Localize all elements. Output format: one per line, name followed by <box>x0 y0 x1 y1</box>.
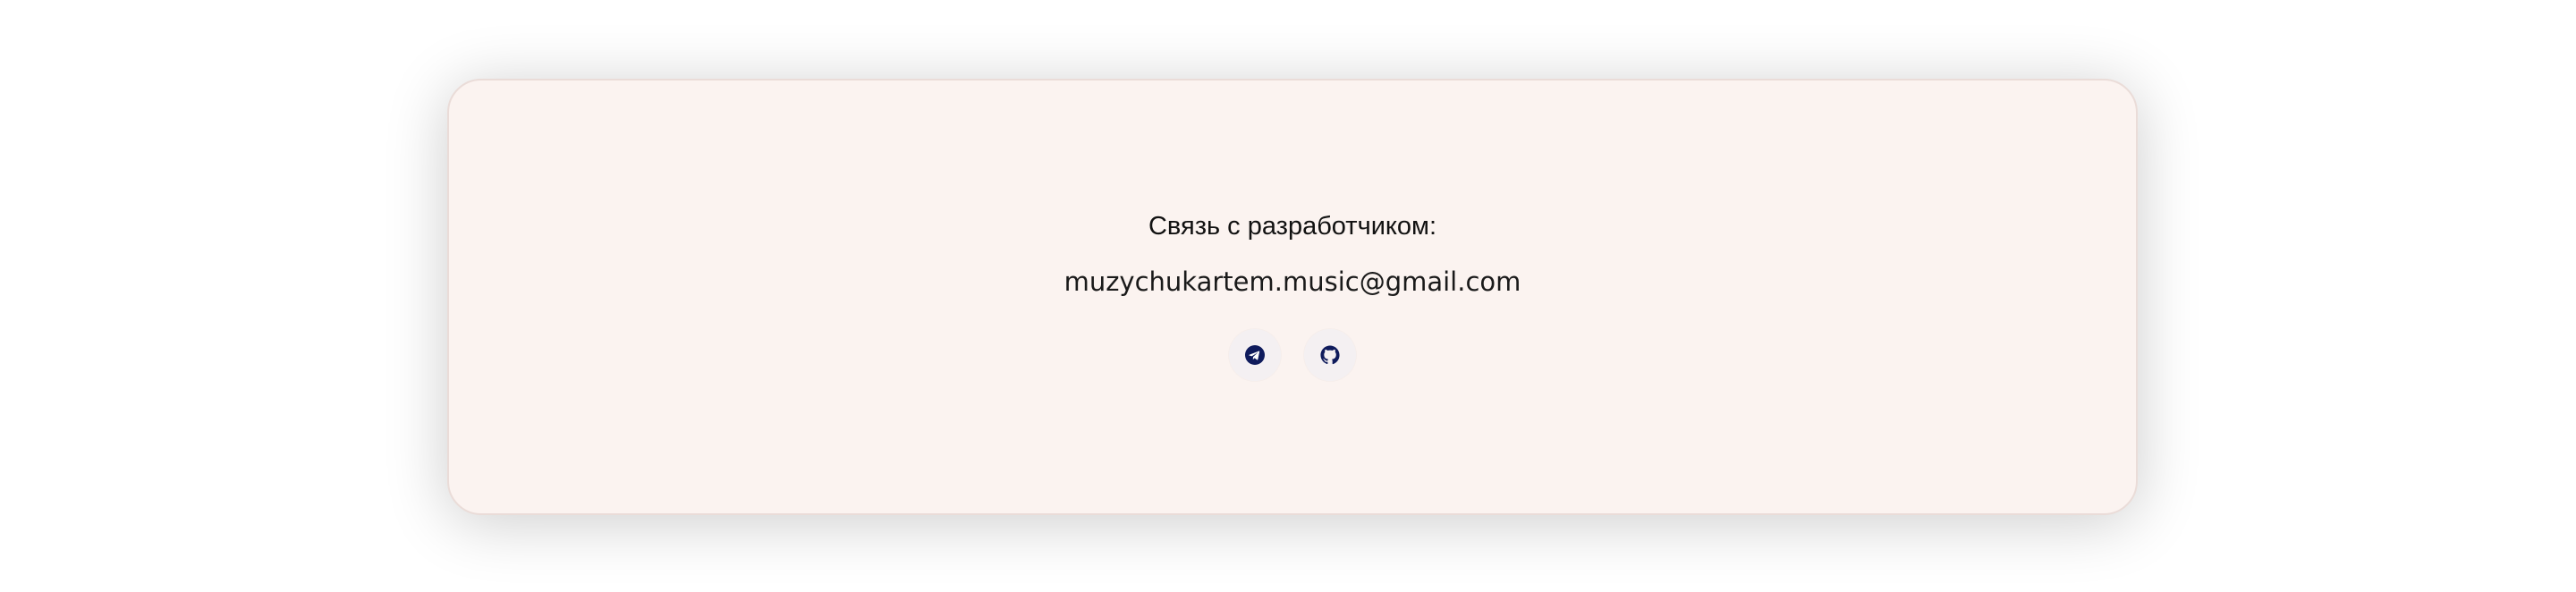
telegram-icon <box>1245 344 1265 365</box>
github-button[interactable] <box>1304 328 1356 381</box>
page-background: Связь с разработчиком: muzychukartem.mus… <box>0 0 2576 592</box>
contact-card: Связь с разработчиком: muzychukartem.mus… <box>447 79 2138 515</box>
email-link[interactable]: muzychukartem.music@gmail.com <box>1064 268 1521 295</box>
social-links <box>1229 328 1356 381</box>
contact-title: Связь с разработчиком: <box>1148 211 1437 241</box>
github-icon <box>1320 344 1340 364</box>
telegram-button[interactable] <box>1229 328 1281 381</box>
